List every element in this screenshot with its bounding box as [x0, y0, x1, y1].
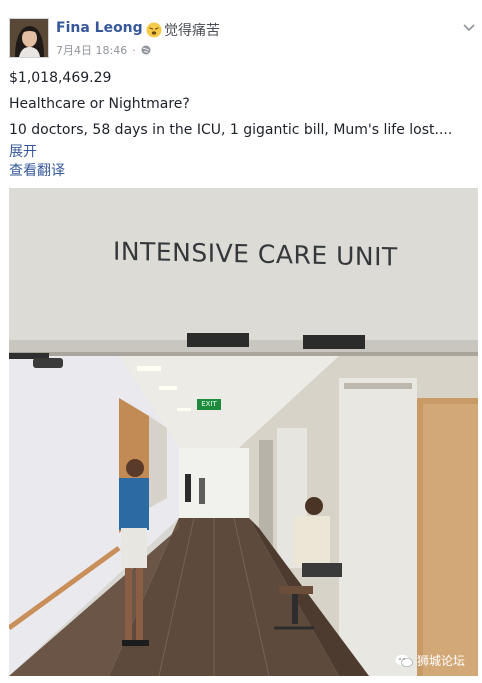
post-headline: Healthcare or Nightmare?	[9, 96, 190, 112]
watermark: 狮城论坛	[395, 652, 465, 669]
feeling-status[interactable]: 觉得痛苦	[146, 20, 220, 40]
watermark-label: 狮城论坛	[417, 654, 466, 668]
author-name-link[interactable]: Fina Leong	[56, 20, 143, 36]
post-options-chevron-icon[interactable]	[462, 18, 476, 32]
translate-link[interactable]: 查看翻译	[9, 160, 65, 180]
post-timestamp-link[interactable]: 7月4日 18:46	[56, 42, 127, 58]
wechat-icon	[395, 654, 413, 668]
exit-sign: EXIT	[197, 399, 221, 410]
feeling-label: 觉得痛苦	[164, 23, 220, 39]
expand-link[interactable]: 展开	[9, 141, 37, 161]
post-body: 10 doctors, 58 days in the ICU, 1 gigant…	[9, 122, 453, 138]
avatar-photo	[10, 19, 48, 57]
post-photo[interactable]: INTENSIVE CARE UNIT EXIT	[9, 188, 478, 676]
author-avatar[interactable]	[9, 18, 49, 58]
meta-separator: ·	[132, 43, 136, 57]
pained-face-emoji-icon	[146, 22, 162, 38]
globe-icon[interactable]	[141, 45, 151, 55]
post-meta: 7月4日 18:46 ·	[56, 42, 151, 58]
post-amount: $1,018,469.29	[9, 70, 112, 86]
